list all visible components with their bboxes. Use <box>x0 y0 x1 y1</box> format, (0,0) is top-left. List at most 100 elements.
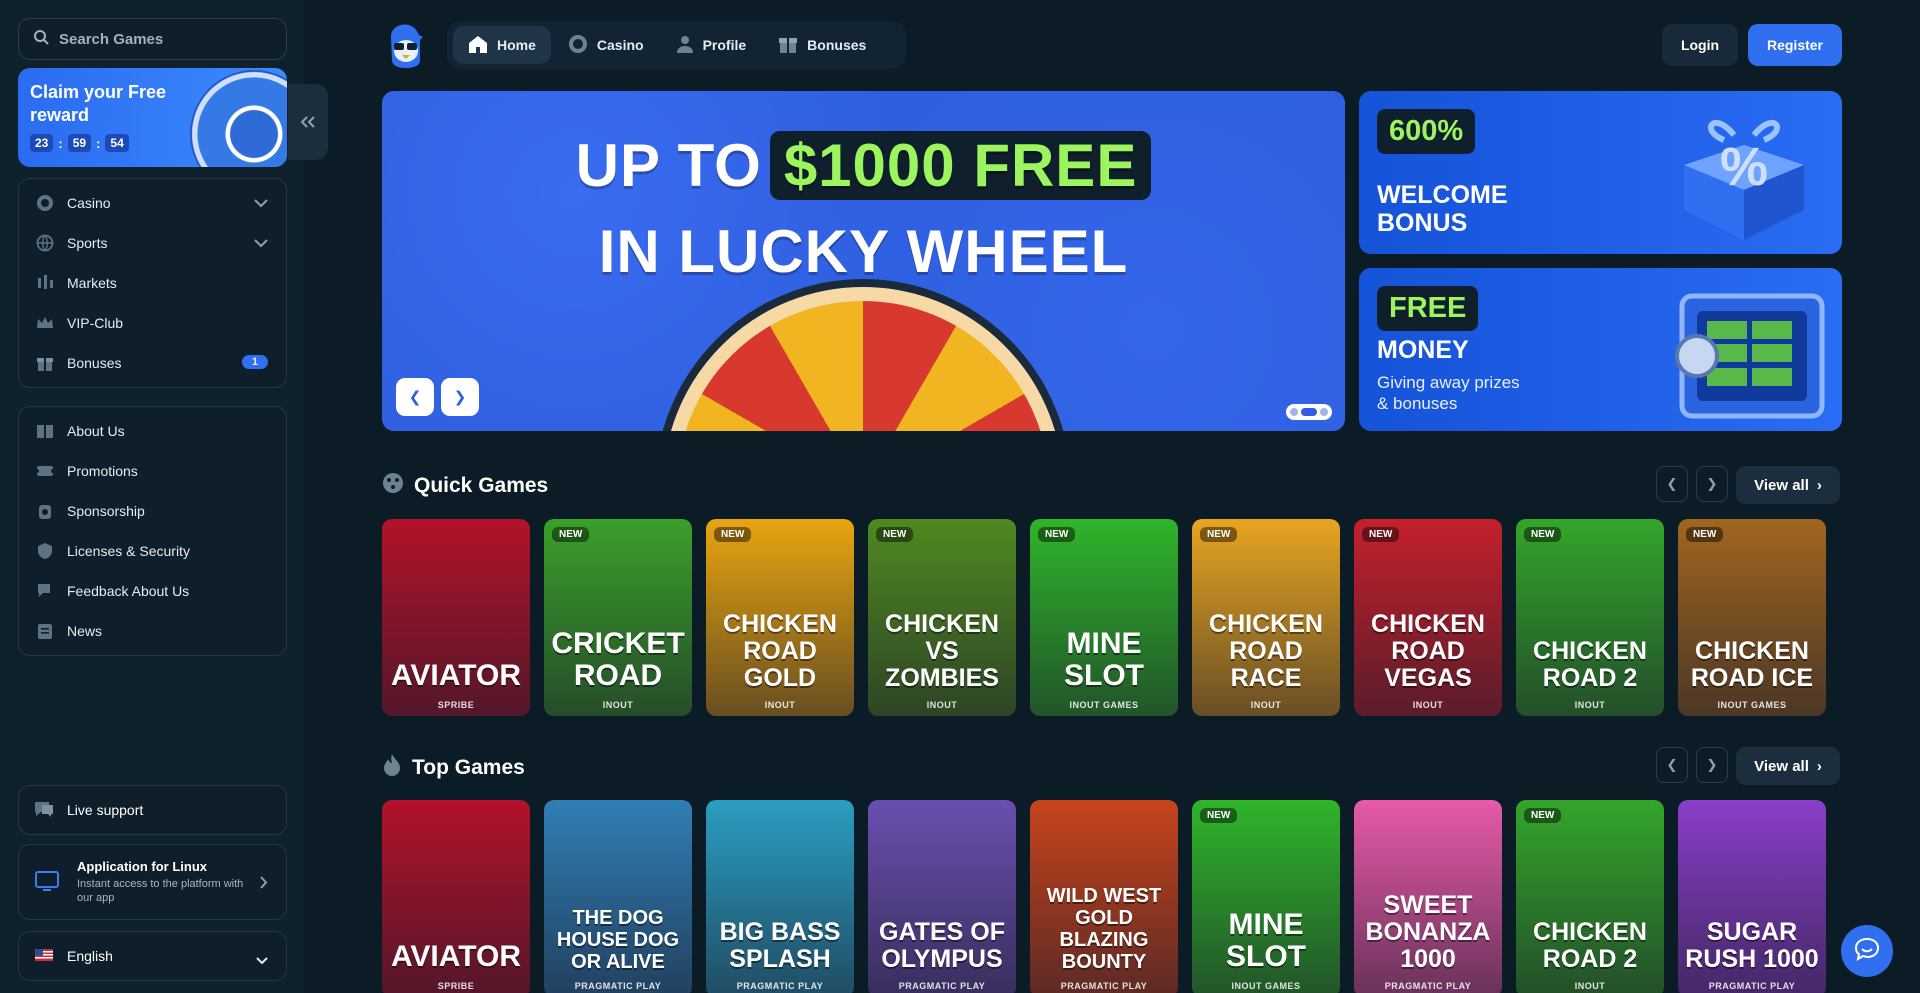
game-tile-wild-west-gold-blazing-bounty[interactable]: WILD WEST GOLD BLAZING BOUNTY PRAGMATIC P… <box>1030 800 1178 993</box>
game-title: CHICKEN ROAD 2 <box>1533 637 1647 692</box>
chat-bubble-icon <box>33 799 55 822</box>
game-title: AVIATOR <box>390 659 521 692</box>
game-tile-sweet-bonanza-1000[interactable]: SWEET BONANZA 1000 PRAGMATIC PLAY <box>1354 800 1502 993</box>
logo[interactable] <box>385 21 427 69</box>
user-icon <box>676 35 694 56</box>
sidebar-item-vip-club[interactable]: VIP-Club <box>19 303 286 343</box>
game-title: MINE SLOT <box>1064 627 1144 692</box>
sidebar-item-label: Casino <box>67 195 111 211</box>
tab-profile[interactable]: Profile <box>661 26 762 64</box>
home-icon <box>468 35 488 56</box>
sidebar-item-feedback[interactable]: Feedback About Us <box>19 571 286 611</box>
info-menu: About Us Promotions Sponsorship Licenses… <box>18 406 287 656</box>
markets-icon <box>35 273 55 293</box>
game-tile-mine-slot[interactable]: MINE SLOT INOUT GAMES NEW <box>1030 519 1178 716</box>
sidebar-item-markets[interactable]: Markets <box>19 263 286 303</box>
game-tile-chicken-road-vegas[interactable]: CHICKEN ROAD VEGAS INOUT NEW <box>1354 519 1502 716</box>
scroll-right-button[interactable]: ❯ <box>1696 747 1728 783</box>
language-selector[interactable]: English <box>18 931 287 981</box>
main-menu: Casino Sports Markets VIP-Club Bonuses 1 <box>18 178 287 388</box>
search-input[interactable] <box>59 30 269 48</box>
game-title: CHICKEN ROAD 2 <box>1533 918 1647 973</box>
view-all-button[interactable]: View all › <box>1736 747 1840 785</box>
gift-box-percent-icon: % <box>1664 105 1814 250</box>
tab-bonuses[interactable]: Bonuses <box>763 26 881 64</box>
register-button[interactable]: Register <box>1748 24 1842 66</box>
tab-casino[interactable]: Casino <box>553 26 659 64</box>
search-icon <box>33 29 49 50</box>
hero-next-button[interactable]: ❯ <box>441 378 479 416</box>
carousel-dots <box>1286 404 1332 420</box>
carousel-dot-active[interactable] <box>1301 408 1317 416</box>
new-badge: NEW <box>552 527 590 542</box>
game-tile-sugar-rush-1000[interactable]: SUGAR RUSH 1000 PRAGMATIC PLAY <box>1678 800 1826 993</box>
linux-app-card[interactable]: Application for Linux Instant access to … <box>18 844 287 920</box>
tab-home[interactable]: Home <box>453 26 551 64</box>
game-tile-chicken-road-ice[interactable]: CHICKEN ROAD ICE INOUT GAMES NEW <box>1678 519 1826 716</box>
sidebar-item-licenses[interactable]: Licenses & Security <box>19 531 286 571</box>
game-tile-chicken-vs-zombies[interactable]: CHICKEN VS ZOMBIES INOUT NEW <box>868 519 1016 716</box>
timer-seconds: 54 <box>105 134 129 152</box>
sidebar-item-sports[interactable]: Sports <box>19 223 286 263</box>
game-provider: INOUT GAMES <box>1069 700 1139 710</box>
game-tile-cricket-road[interactable]: CRICKET ROAD INOUT NEW <box>544 519 692 716</box>
hero-prev-button[interactable]: ❮ <box>396 378 434 416</box>
reward-wheel-icon <box>190 70 287 167</box>
live-support-button[interactable]: Live support <box>18 785 287 835</box>
sidebar-item-casino[interactable]: Casino <box>19 183 286 223</box>
ticket-icon <box>35 461 55 481</box>
crown-icon <box>35 313 55 333</box>
chevron-right-icon: ❯ <box>453 389 467 406</box>
sidebar-item-label: Promotions <box>67 463 138 479</box>
carousel-dot[interactable] <box>1320 408 1328 416</box>
game-tile-aviator[interactable]: AVIATOR SPRIBE <box>382 800 530 993</box>
sidebar-item-news[interactable]: News <box>19 611 286 651</box>
app-root: Claim your Free reward 23: 59: 54 Casino… <box>0 0 1920 993</box>
sponsor-icon <box>35 501 55 521</box>
new-badge: NEW <box>1524 808 1562 823</box>
free-money-card[interactable]: FREE MONEY Giving away prizes & bonuses <box>1359 268 1842 431</box>
new-badge: NEW <box>714 527 752 542</box>
login-button[interactable]: Login <box>1662 24 1738 66</box>
game-tile-the-dog-house-dog-or-alive[interactable]: THE DOG HOUSE DOG OR ALIVE PRAGMATIC PLAY <box>544 800 692 993</box>
chevron-right-icon: ❯ <box>1706 476 1718 491</box>
sidebar-item-bonuses[interactable]: Bonuses 1 <box>19 343 286 383</box>
welcome-bonus-card[interactable]: 600% WELCOME BONUS % <box>1359 91 1842 254</box>
game-tile-chicken-road-gold[interactable]: CHICKEN ROAD GOLD INOUT NEW <box>706 519 854 716</box>
game-title: WILD WEST GOLD BLAZING BOUNTY <box>1046 885 1162 973</box>
carousel-dot[interactable] <box>1290 408 1298 416</box>
game-provider: INOUT <box>1412 700 1444 710</box>
promo-tag: FREE <box>1377 286 1479 331</box>
game-tile-big-bass-splash[interactable]: BIG BASS SPLASH PRAGMATIC PLAY <box>706 800 854 993</box>
game-tile-aviator[interactable]: AVIATOR SPRIBE <box>382 519 530 716</box>
flame-icon <box>382 753 402 783</box>
chevron-left-icon: ❮ <box>408 389 422 406</box>
game-tile-mine-slot[interactable]: MINE SLOT INOUT GAMES NEW <box>1192 800 1340 993</box>
view-all-button[interactable]: View all › <box>1736 466 1840 504</box>
collapse-sidebar-button[interactable] <box>288 84 328 160</box>
sidebar-item-label: Feedback About Us <box>67 583 190 599</box>
section-title: Top Games <box>412 756 525 779</box>
game-tile-gates-of-olympus[interactable]: GATES OF OLYMPUS PRAGMATIC PLAY <box>868 800 1016 993</box>
hero-banner[interactable]: UP TO $1000 FREE IN LUCKY WHEEL ❮ ❯ <box>382 91 1345 431</box>
scroll-right-button[interactable]: ❯ <box>1696 466 1728 502</box>
monitor-icon <box>35 871 59 898</box>
scroll-left-button[interactable]: ❮ <box>1656 747 1688 783</box>
promo-title: MONEY <box>1377 336 1469 364</box>
live-support-label: Live support <box>67 802 144 818</box>
game-title: GATES OF OLYMPUS <box>879 918 1005 973</box>
scroll-left-button[interactable]: ❮ <box>1656 466 1688 502</box>
game-title: CRICKET ROAD <box>551 627 685 692</box>
game-tile-chicken-road-2[interactable]: CHICKEN ROAD 2 INOUT NEW <box>1516 800 1664 993</box>
sidebar-item-label: Licenses & Security <box>67 543 190 559</box>
search-box[interactable] <box>18 18 287 60</box>
game-tile-chicken-road-race[interactable]: CHICKEN ROAD RACE INOUT NEW <box>1192 519 1340 716</box>
sidebar-item-sponsorship[interactable]: Sponsorship <box>19 491 286 531</box>
claim-reward-banner[interactable]: Claim your Free reward 23: 59: 54 <box>18 68 287 167</box>
game-title: CHICKEN ROAD ICE <box>1690 637 1814 692</box>
game-tile-chicken-road-2[interactable]: CHICKEN ROAD 2 INOUT NEW <box>1516 519 1664 716</box>
sidebar-item-promotions[interactable]: Promotions <box>19 451 286 491</box>
chat-button[interactable] <box>1841 925 1893 977</box>
quick-games-row: AVIATOR SPRIBE CRICKET ROAD INOUT NEW CHICKEN… <box>382 519 1842 719</box>
sidebar-item-about-us[interactable]: About Us <box>19 411 286 451</box>
